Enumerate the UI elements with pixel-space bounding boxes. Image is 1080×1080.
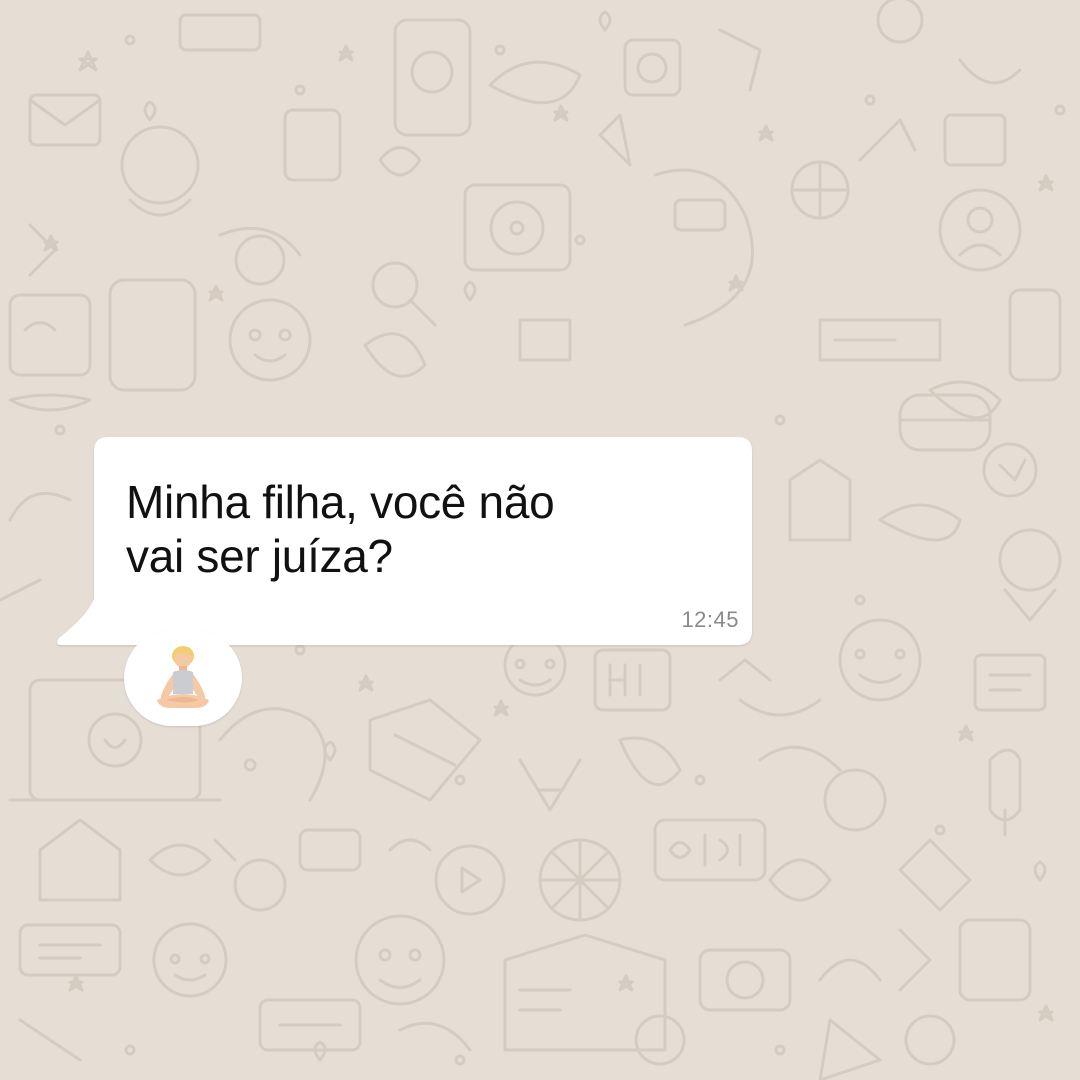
- person-in-lotus-position-icon: [157, 646, 209, 708]
- message-timestamp: 12:45: [681, 607, 739, 632]
- incoming-message-bubble[interactable]: Minha filha, você não vai ser juíza? 12:…: [56, 437, 752, 645]
- message-text: Minha filha, você não vai ser juíza?: [126, 476, 555, 582]
- message-reaction[interactable]: [124, 630, 242, 726]
